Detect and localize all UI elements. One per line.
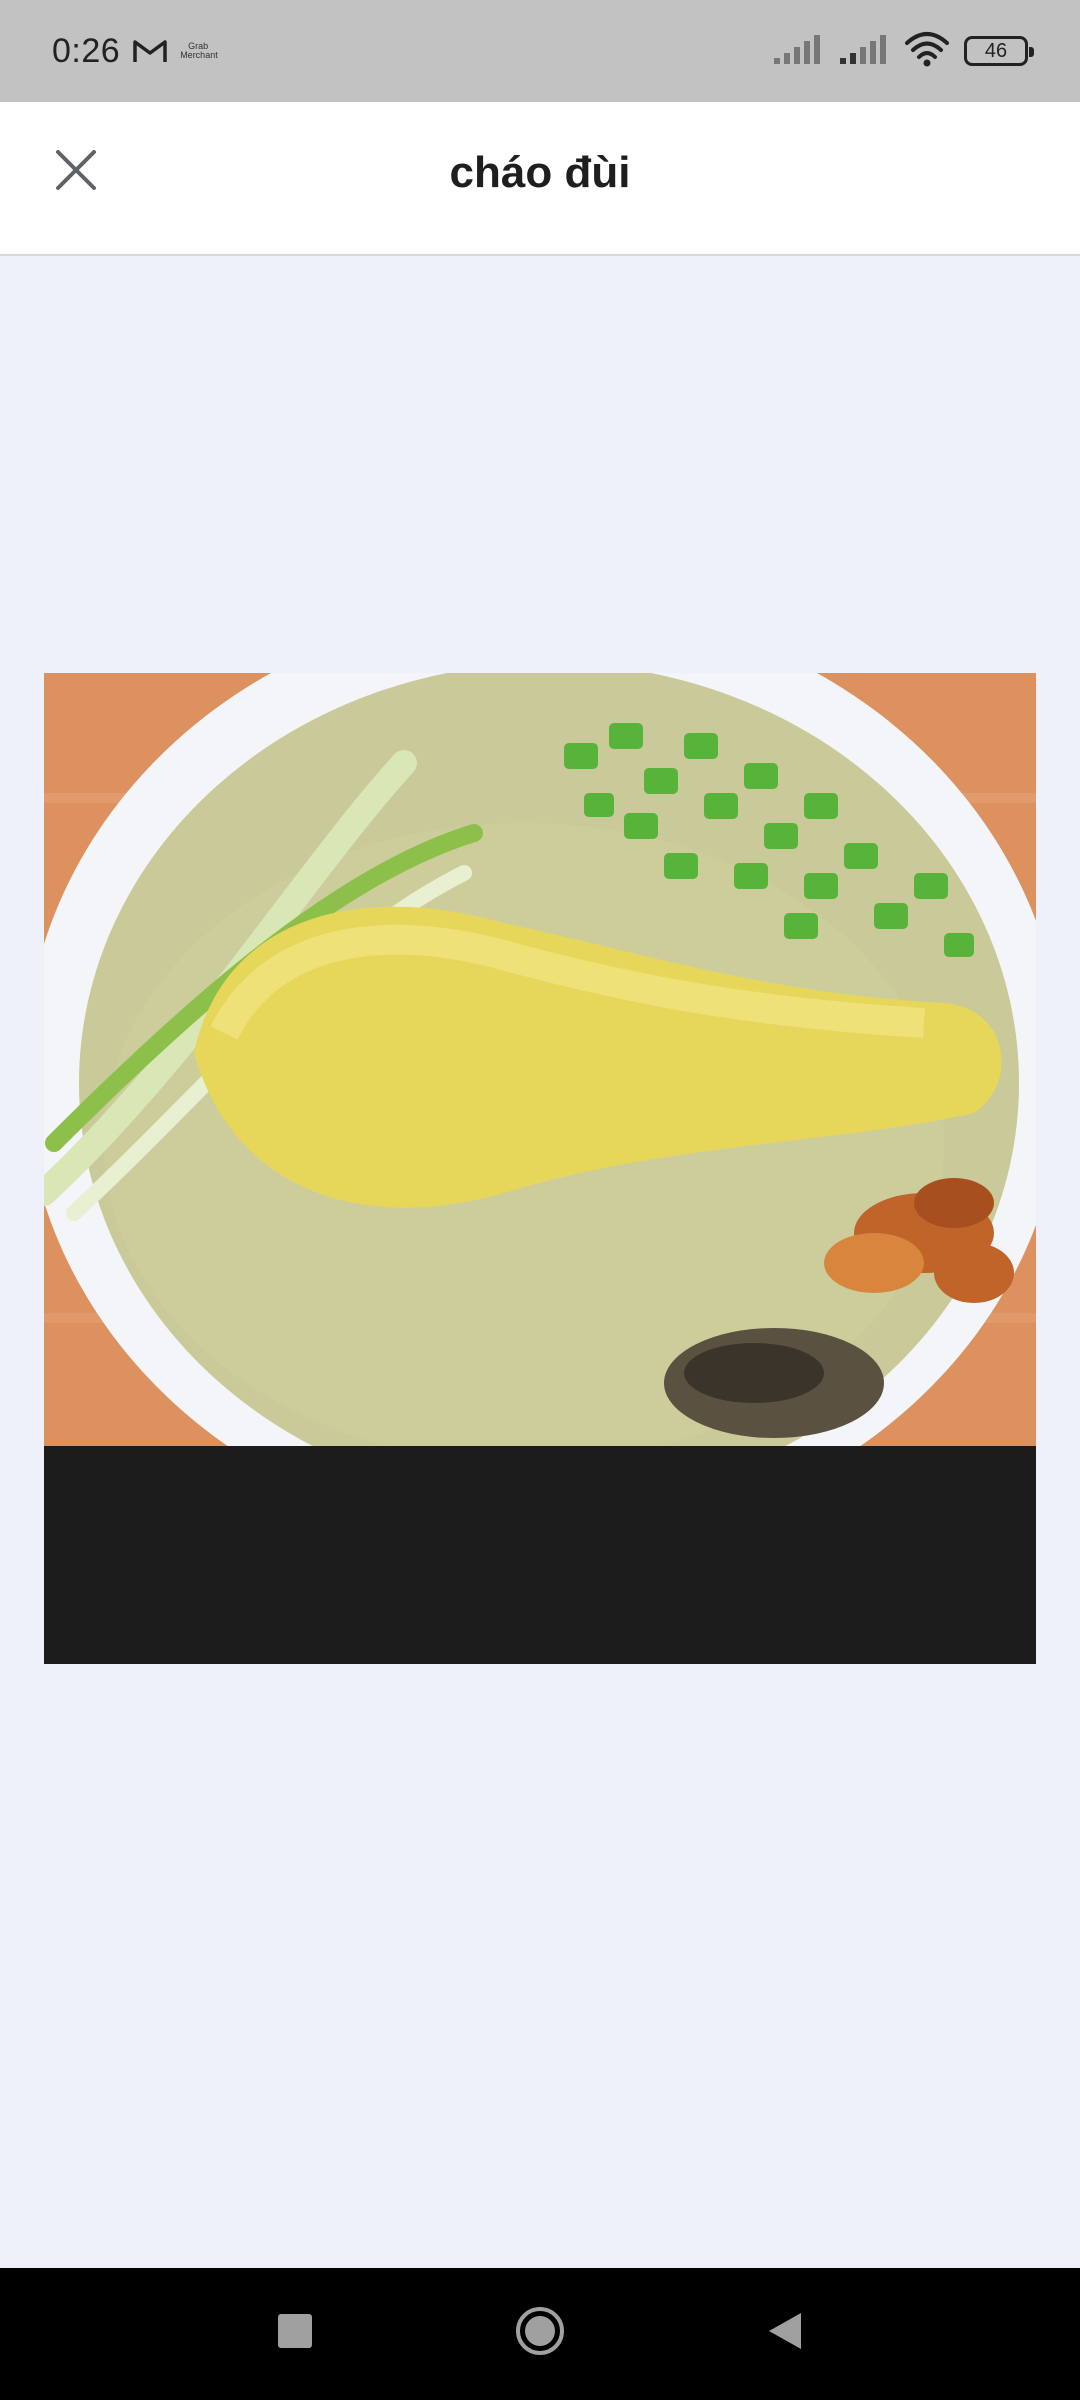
home-circle-icon — [514, 2305, 566, 2362]
grab-merchant-icon: Grab Merchant — [180, 41, 218, 60]
square-icon — [278, 2313, 312, 2353]
back-button[interactable] — [750, 2298, 820, 2368]
home-button[interactable] — [505, 2298, 575, 2368]
status-bar: 0:26 Grab Merchant 46 — [0, 0, 1080, 102]
status-right: 46 — [772, 31, 1034, 72]
gmail-icon — [132, 37, 168, 65]
page-title: cháo đùi — [449, 148, 631, 197]
food-photo — [44, 673, 1036, 1446]
signal-icon — [772, 32, 824, 71]
signal-icon-2 — [838, 32, 890, 71]
back-triangle-icon — [767, 2311, 803, 2356]
recents-button[interactable] — [260, 2298, 330, 2368]
battery-icon: 46 — [964, 36, 1034, 66]
image-viewer[interactable] — [44, 673, 1036, 1664]
wifi-icon — [904, 31, 950, 72]
system-nav-bar — [0, 2268, 1080, 2400]
status-time: 0:26 — [52, 31, 121, 70]
status-left: 0:26 Grab Merchant — [52, 31, 218, 71]
header: cháo đùi — [0, 102, 1080, 256]
